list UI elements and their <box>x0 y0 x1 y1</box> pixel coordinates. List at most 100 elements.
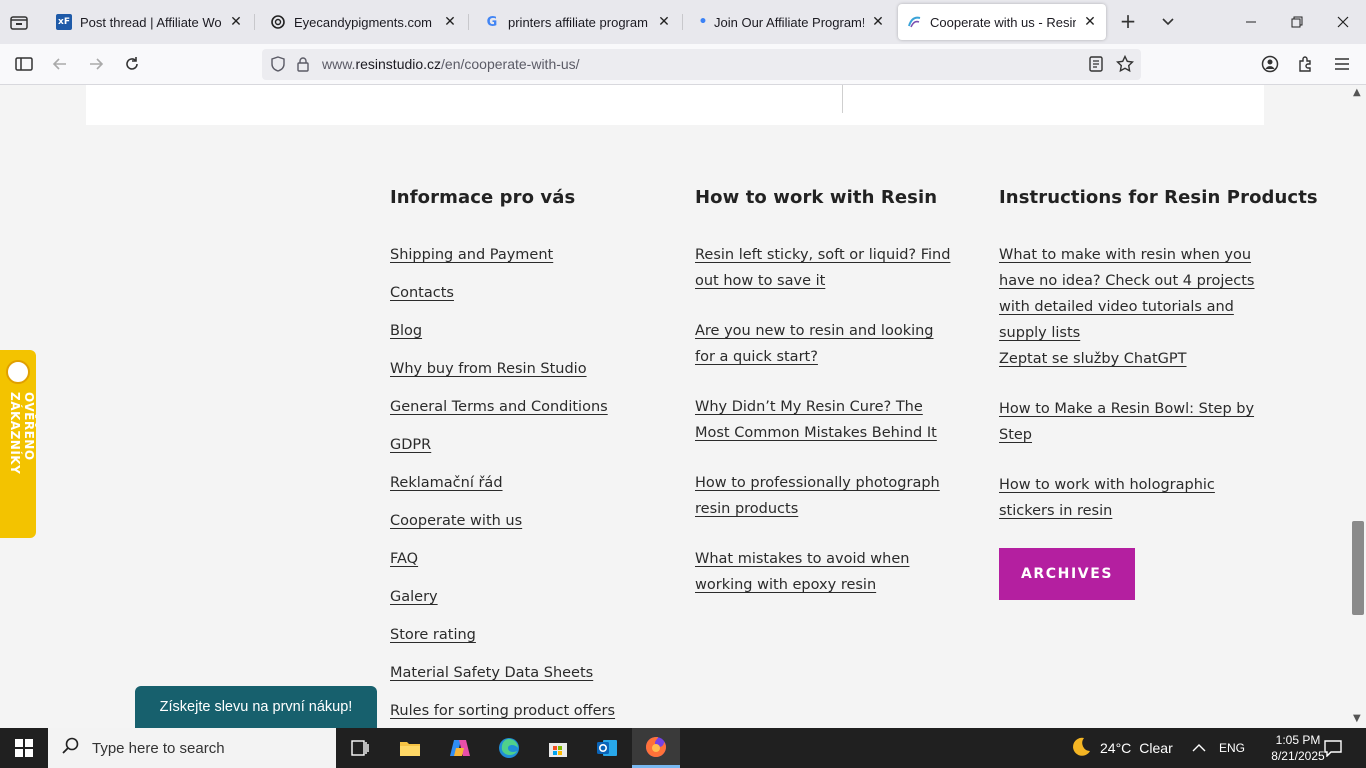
footer-link-contacts[interactable]: Contacts <box>390 280 670 306</box>
footer-column-instructions: Instructions for Resin Products What to … <box>999 187 1318 600</box>
sidebar-toggle-icon[interactable] <box>12 52 36 76</box>
tab-title: printers affiliate program - Go <box>508 14 650 30</box>
tab-affiliate-world[interactable]: xF Post thread | Affiliate World F ✕ <box>48 4 252 40</box>
close-window-icon[interactable] <box>1320 0 1366 44</box>
account-icon[interactable] <box>1258 52 1282 76</box>
microsoft-store-icon[interactable] <box>538 732 578 764</box>
url-path: /en/cooperate-with-us/ <box>441 56 580 72</box>
tab-resin-studio[interactable]: Cooperate with us - Resin Stu ✕ <box>898 4 1106 40</box>
footer-link-safety-sheets[interactable]: Material Safety Data Sheets <box>390 660 670 686</box>
menu-icon[interactable] <box>1330 52 1354 76</box>
close-tab-icon[interactable]: ✕ <box>228 14 244 30</box>
navigation-bar: www.resinstudio.cz/en/cooperate-with-us/ <box>0 44 1366 85</box>
footer-link-complaints[interactable]: Reklamační řád <box>390 470 670 496</box>
xenforo-icon: xF <box>56 14 72 30</box>
scrollbar-thumb[interactable] <box>1352 521 1364 615</box>
close-tab-icon[interactable]: ✕ <box>1082 14 1098 30</box>
outlook-icon[interactable] <box>587 732 627 764</box>
vertical-scrollbar[interactable]: ▲ ▼ <box>1350 85 1366 728</box>
taskbar-search-input[interactable]: Type here to search <box>48 728 336 768</box>
tab-separator <box>254 14 255 30</box>
search-placeholder: Type here to search <box>92 739 225 757</box>
weather-widget[interactable]: 24°C Clear <box>1068 728 1173 768</box>
back-icon[interactable] <box>48 52 72 76</box>
task-view-icon[interactable] <box>340 732 380 764</box>
show-hidden-icons-icon[interactable] <box>1192 728 1206 768</box>
discount-promo-button[interactable]: Získejte slevu na první nákup! <box>135 686 377 728</box>
verified-badge-label: OVĚŘENO ZÁKAZNÍKY <box>8 392 36 475</box>
footer-column-info: Informace pro vás Shipping and Payment C… <box>390 187 670 728</box>
tab-join-affiliate[interactable]: • Join Our Affiliate Program! ✕ <box>690 4 894 40</box>
footer-link-blog[interactable]: Blog <box>390 318 670 344</box>
address-bar[interactable]: www.resinstudio.cz/en/cooperate-with-us/ <box>262 49 1141 80</box>
language-indicator[interactable]: ENG <box>1219 728 1245 768</box>
chevron-down-icon[interactable] <box>1156 10 1180 34</box>
footer-link-faq[interactable]: FAQ <box>390 546 670 572</box>
divider <box>842 85 843 113</box>
footer-link-resin-bowl[interactable]: How to Make a Resin Bowl: Step by Step <box>999 396 1265 448</box>
taskbar: Type here to search 24°C Clear ENG 1:05 … <box>0 728 1366 768</box>
reload-icon[interactable] <box>120 52 144 76</box>
lock-icon[interactable] <box>296 56 310 76</box>
minimize-icon[interactable] <box>1228 0 1274 44</box>
scroll-down-icon[interactable]: ▼ <box>1353 713 1361 724</box>
url-prefix: www. <box>322 56 356 72</box>
footer-heading-info: Informace pro vás <box>390 187 576 208</box>
tab-title: Post thread | Affiliate World F <box>80 14 222 30</box>
forward-icon[interactable] <box>84 52 108 76</box>
extensions-icon[interactable] <box>1294 52 1318 76</box>
footer-link-gdpr[interactable]: GDPR <box>390 432 670 458</box>
footer-link-resin-cure[interactable]: Why Didn’t My Resin Cure? The Most Commo… <box>695 394 957 446</box>
close-tab-icon[interactable]: ✕ <box>656 14 672 30</box>
verified-badge[interactable]: OVĚŘENO ZÁKAZNÍKY <box>0 350 36 538</box>
footer-link-chatgpt[interactable]: Zeptat se služby ChatGPT <box>999 346 1265 372</box>
footer-link-terms[interactable]: General Terms and Conditions <box>390 394 670 420</box>
archives-button[interactable]: ARCHIVES <box>999 548 1135 600</box>
footer-link-sticky-resin[interactable]: Resin left sticky, soft or liquid? Find … <box>695 242 957 294</box>
restore-icon[interactable] <box>1274 0 1320 44</box>
scroll-up-icon[interactable]: ▲ <box>1353 87 1361 98</box>
windows-start-icon[interactable] <box>0 728 48 768</box>
close-tab-icon[interactable]: ✕ <box>442 14 458 30</box>
dot-icon: • <box>698 14 708 30</box>
url-text[interactable]: www.resinstudio.cz/en/cooperate-with-us/ <box>322 56 580 72</box>
bookmark-star-icon[interactable] <box>1115 54 1135 77</box>
footer-link-why-buy[interactable]: Why buy from Resin Studio <box>390 356 670 382</box>
tab-eyecandypigments[interactable]: Eyecandypigments.com review ✕ <box>262 4 466 40</box>
tab-separator <box>682 14 683 30</box>
reader-view-icon[interactable] <box>1088 56 1104 76</box>
footer-link-shipping[interactable]: Shipping and Payment <box>390 242 670 268</box>
new-tab-icon[interactable]: + <box>1116 10 1140 34</box>
search-icon <box>62 737 80 759</box>
copilot-icon[interactable] <box>440 732 480 764</box>
tab-title: Join Our Affiliate Program! <box>714 14 864 30</box>
footer-link-store-rating[interactable]: Store rating <box>390 622 670 648</box>
firefox-view-icon[interactable] <box>6 10 32 34</box>
verified-seal-icon <box>6 360 30 384</box>
page-viewport: Informace pro vás Shipping and Payment C… <box>0 85 1350 728</box>
footer-link-what-to-make[interactable]: What to make with resin when you have no… <box>999 242 1265 346</box>
tab-google-search[interactable]: G printers affiliate program - Go ✕ <box>476 4 680 40</box>
footer-link-sorting-rules[interactable]: Rules for sorting product offers <box>390 698 670 724</box>
footer-link-holographic[interactable]: How to work with holographic stickers in… <box>999 472 1265 524</box>
resin-studio-icon <box>906 14 922 30</box>
close-tab-icon[interactable]: ✕ <box>870 14 886 30</box>
weather-temp: 24°C <box>1100 740 1132 756</box>
footer-link-quick-start[interactable]: Are you new to resin and looking for a q… <box>695 318 957 370</box>
tracking-protection-icon[interactable] <box>270 56 286 76</box>
weather-desc: Clear <box>1139 740 1173 756</box>
google-icon: G <box>486 14 498 30</box>
tab-title: Cooperate with us - Resin Stu <box>930 14 1076 30</box>
firefox-icon[interactable] <box>632 728 680 768</box>
footer-link-gallery[interactable]: Galery <box>390 584 670 610</box>
content-card-bottom <box>86 85 1264 125</box>
moon-icon <box>1068 735 1092 762</box>
footer-link-photograph[interactable]: How to professionally photograph resin p… <box>695 470 957 522</box>
edge-icon[interactable] <box>489 732 529 764</box>
footer-link-cooperate[interactable]: Cooperate with us <box>390 508 670 534</box>
tab-separator <box>468 14 469 30</box>
file-explorer-icon[interactable] <box>390 732 430 764</box>
notifications-icon[interactable] <box>1324 728 1342 768</box>
footer-link-mistakes[interactable]: What mistakes to avoid when working with… <box>695 546 957 598</box>
footer-heading-instructions: Instructions for Resin Products <box>999 187 1318 208</box>
